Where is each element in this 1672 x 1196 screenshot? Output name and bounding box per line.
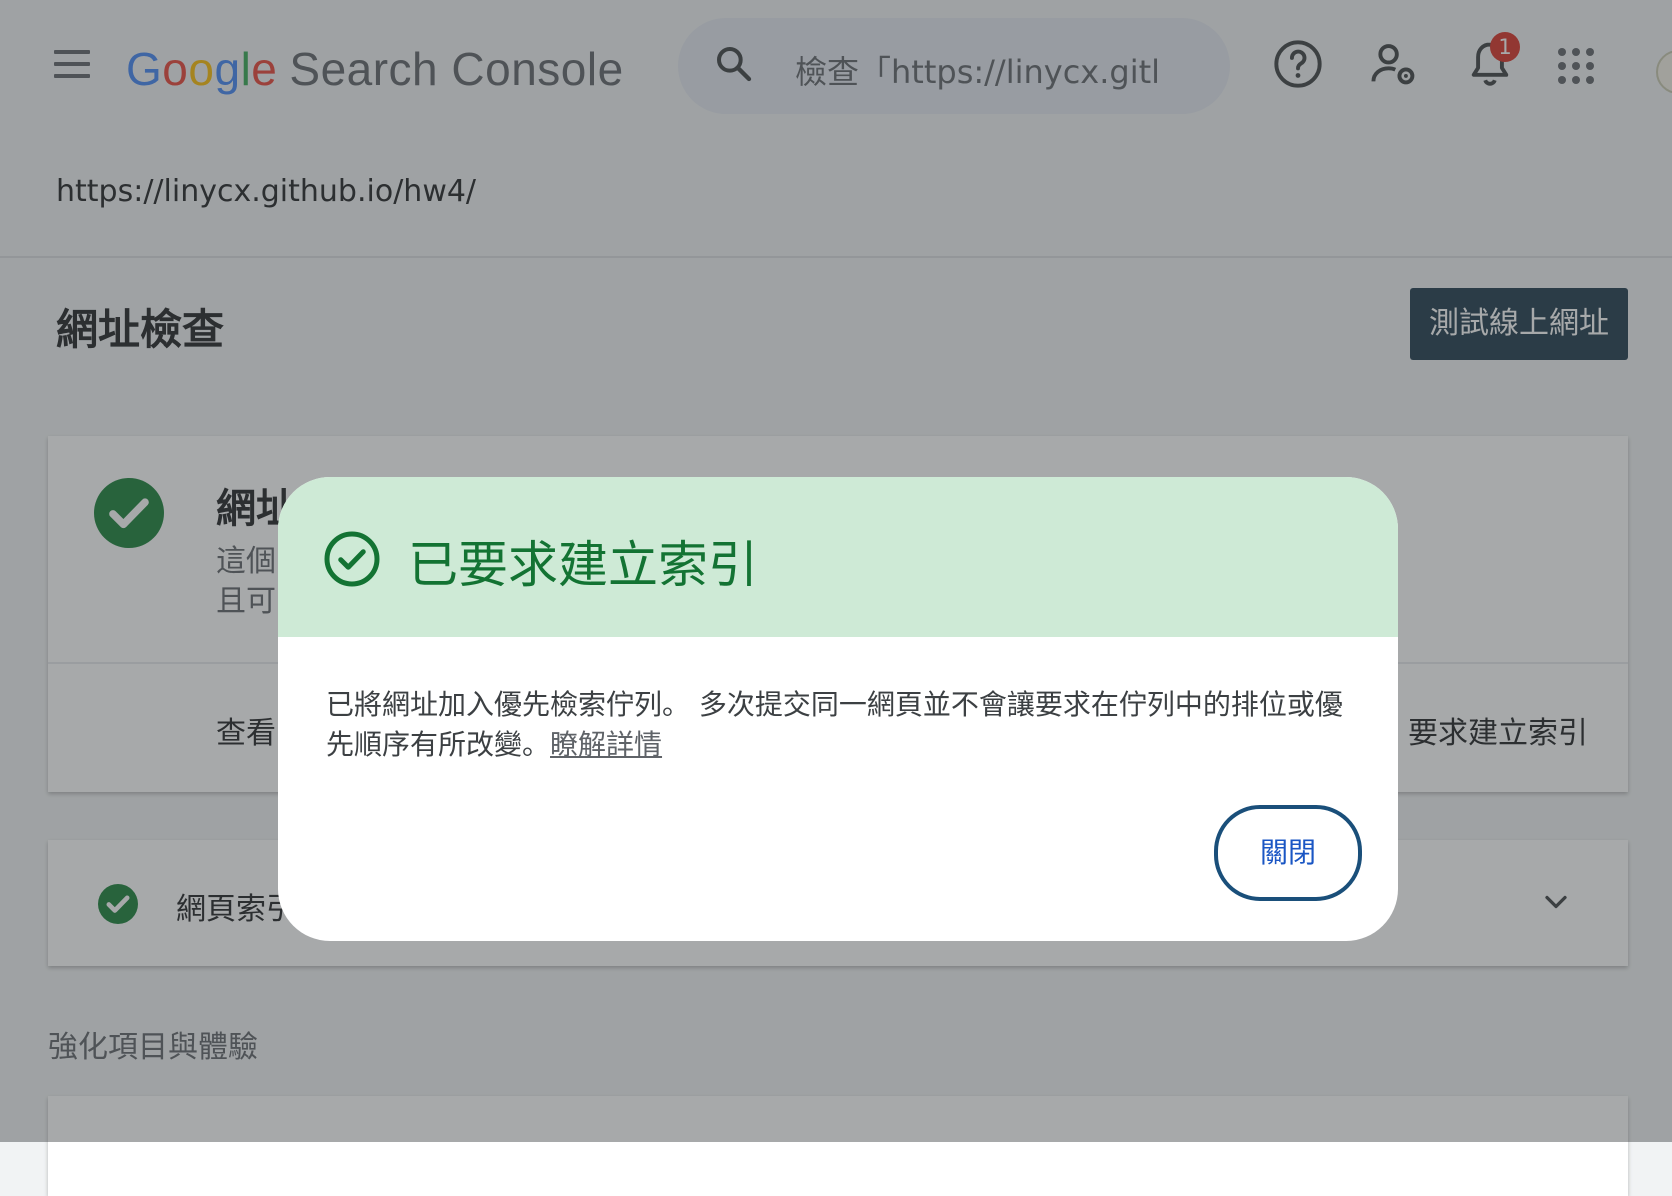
dialog-header: 已要求建立索引 <box>278 477 1398 637</box>
close-button[interactable]: 關閉 <box>1214 805 1362 901</box>
dialog-message-line2: 先順序有所改變。 <box>326 728 551 761</box>
indexing-requested-dialog: 已要求建立索引 已將網址加入優先檢索佇列。 多次提交同一網頁並不會讓要求在佇列中… <box>278 477 1398 941</box>
learn-more-link[interactable]: 瞭解詳情 <box>550 728 662 761</box>
check-circle-outline-icon <box>324 531 380 587</box>
dialog-message: 已將網址加入優先檢索佇列。 多次提交同一網頁並不會讓要求在佇列中的排位或優 先順… <box>326 685 1356 765</box>
dialog-message-line1: 已將網址加入優先檢索佇列。 多次提交同一網頁並不會讓要求在佇列中的排位或優 <box>326 688 1343 721</box>
dialog-title: 已要求建立索引 <box>408 536 758 594</box>
